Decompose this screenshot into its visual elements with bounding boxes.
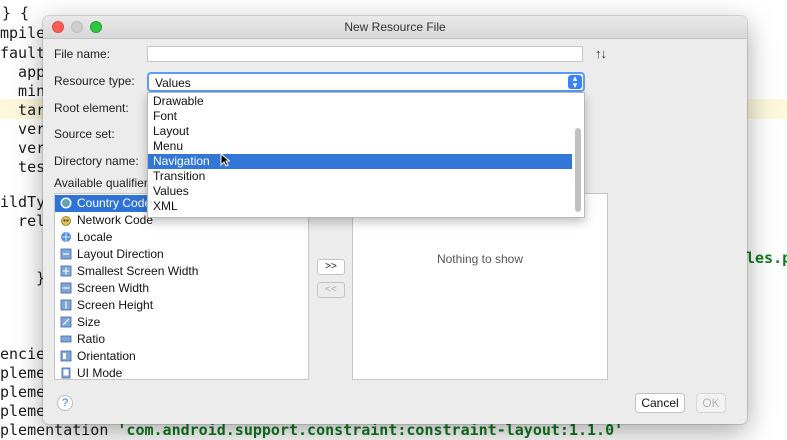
- option-xml[interactable]: XML: [148, 199, 572, 214]
- qualifier-screen-height[interactable]: Screen Height: [55, 297, 308, 314]
- chosen-qualifiers-list: Nothing to show: [352, 193, 608, 380]
- qualifier-smallest-screen-width[interactable]: Smallest Screen Width: [55, 263, 308, 280]
- cancel-button[interactable]: Cancel: [635, 393, 685, 413]
- qualifier-label: Country Code: [77, 196, 152, 210]
- qualifier-label: Smallest Screen Width: [77, 264, 199, 278]
- qualifier-screen-width[interactable]: Screen Width: [55, 280, 308, 297]
- mouse-cursor-icon: [220, 153, 230, 167]
- qualifier-label: Locale: [77, 230, 113, 244]
- select-arrows-icon: ▴ ▾: [568, 74, 582, 90]
- qualifier-size[interactable]: Size: [55, 314, 308, 331]
- option-drawable[interactable]: Drawable: [148, 94, 572, 109]
- qualifier-label: Ratio: [77, 332, 106, 346]
- smallest-width-icon: [60, 265, 72, 277]
- file-name-input[interactable]: [147, 46, 583, 62]
- source-set-label: Source set:: [54, 127, 115, 141]
- qualifier-layout-direction[interactable]: Layout Direction: [55, 246, 308, 263]
- code-line: } {: [2, 4, 30, 22]
- qualifier-locale[interactable]: Locale: [55, 229, 308, 246]
- title-bar: New Resource File: [43, 16, 747, 39]
- screen-height-icon: [60, 299, 72, 311]
- code-line: tar: [0, 101, 46, 119]
- qualifier-label: Screen Height: [77, 298, 154, 312]
- qualifier-label: Network Code: [77, 213, 154, 227]
- ok-button[interactable]: OK: [696, 393, 726, 413]
- size-icon: [60, 316, 72, 328]
- empty-list-message: Nothing to show: [436, 252, 524, 266]
- file-name-label: File name:: [54, 47, 111, 61]
- qualifier-ui-mode[interactable]: UI Mode: [55, 365, 308, 380]
- qualifier-label: Orientation: [77, 349, 136, 363]
- qualifier-label: Screen Width: [77, 281, 150, 295]
- ui-mode-icon: [61, 367, 71, 379]
- available-qualifiers-list: Country Code Network Code Locale Layout …: [54, 193, 309, 380]
- new-resource-file-dialog: New Resource File File name: ↑↓ Resource…: [43, 16, 747, 424]
- resource-type-select[interactable]: Values ▴ ▾: [147, 72, 585, 92]
- dialog-title: New Resource File: [344, 20, 446, 34]
- layout-direction-icon: [60, 248, 72, 260]
- code-line: app: [0, 63, 46, 81]
- option-layout[interactable]: Layout: [148, 124, 572, 139]
- root-element-label: Root element:: [54, 101, 129, 115]
- option-menu[interactable]: Menu: [148, 139, 572, 154]
- globe-icon: [60, 197, 72, 209]
- resource-type-value: Values: [155, 76, 191, 90]
- sort-icon[interactable]: ↑↓: [595, 46, 607, 61]
- qualifier-orientation[interactable]: Orientation: [55, 348, 308, 365]
- add-qualifier-button[interactable]: >>: [317, 259, 345, 275]
- ratio-icon: [60, 335, 72, 343]
- resource-type-label: Resource type:: [54, 74, 135, 88]
- option-font[interactable]: Font: [148, 109, 572, 124]
- code-fragment: les.p: [746, 249, 787, 267]
- remove-qualifier-button[interactable]: <<: [317, 282, 345, 298]
- code-line: }: [0, 269, 46, 287]
- directory-name-label: Directory name:: [54, 154, 139, 168]
- qualifier-label: UI Mode: [77, 366, 123, 380]
- dropdown-scrollbar[interactable]: [575, 128, 581, 212]
- resource-type-dropdown: Drawable Font Layout Menu Navigation Tra…: [147, 92, 585, 218]
- orientation-icon: [60, 350, 72, 362]
- available-qualifiers-label: Available qualifier: [54, 176, 148, 190]
- qualifier-ratio[interactable]: Ratio: [55, 331, 308, 348]
- option-navigation[interactable]: Navigation: [148, 154, 572, 169]
- option-values[interactable]: Values: [148, 184, 572, 199]
- help-button[interactable]: ?: [57, 395, 73, 411]
- network-icon: [61, 216, 71, 226]
- screen-width-icon: [60, 282, 72, 294]
- option-transition[interactable]: Transition: [148, 169, 572, 184]
- locale-icon: [61, 232, 71, 242]
- qualifier-label: Size: [77, 315, 101, 329]
- qualifier-label: Layout Direction: [77, 247, 164, 261]
